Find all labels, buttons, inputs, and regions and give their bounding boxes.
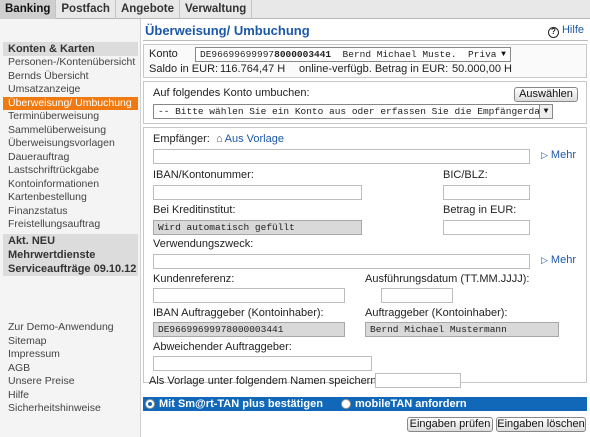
verwendungszweck-label: Verwendungszweck: xyxy=(153,238,254,250)
sidebar: Konten & Karten Personen-/Kontenübersich… xyxy=(0,19,141,437)
page-title: Überweisung/ Umbuchung xyxy=(145,23,310,38)
iban-input[interactable] xyxy=(153,185,362,200)
sidebar-item-bernds-uebersicht[interactable]: Bernds Übersicht xyxy=(3,70,138,84)
konto-label: Konto xyxy=(149,48,178,60)
smart-tan-radio[interactable] xyxy=(145,399,155,409)
tab-banking[interactable]: Banking xyxy=(0,0,57,19)
sidebar-link-demo[interactable]: Zur Demo-Anwendung xyxy=(3,321,138,335)
sidebar-link-hilfe[interactable]: Hilfe xyxy=(3,389,138,403)
iban-auftraggeber-label: IBAN Auftraggeber (Kontoinhaber): xyxy=(153,307,324,319)
empfaenger-input[interactable] xyxy=(153,149,530,164)
tan-method-bar: Mit Sm@rt-TAN plus bestätigen mobileTAN … xyxy=(143,397,587,411)
target-account-select-value: -- Bitte wählen Sie ein Konto aus oder e… xyxy=(158,106,553,117)
konto-value-suffix: Bernd Michael Muste. Privatko. xyxy=(331,49,511,60)
konto-value-bold: 8000003441 xyxy=(274,49,332,60)
vorlage-label: Als Vorlage unter folgendem Namen speich… xyxy=(149,375,380,387)
kundenreferenz-input[interactable] xyxy=(153,288,345,303)
help-label: Hilfe xyxy=(561,24,584,36)
sidebar-item-dauerauftrag[interactable]: Dauerauftrag xyxy=(3,151,138,165)
ausfuehrungsdatum-label: Ausführungsdatum (TT.MM.JJJJ): xyxy=(365,273,530,285)
kundenreferenz-label: Kundenreferenz: xyxy=(153,273,235,285)
saldo-label: Saldo in EUR: xyxy=(149,63,219,75)
tab-verwaltung[interactable]: Verwaltung xyxy=(180,0,253,19)
vorlage-name-input[interactable] xyxy=(375,373,461,388)
bic-label: BIC/BLZ: xyxy=(443,169,488,181)
bic-input[interactable] xyxy=(443,185,530,200)
betrag-label: Betrag in EUR: xyxy=(443,204,517,216)
sidebar-section-serviceauftraege[interactable]: Serviceaufträge 09.10.12 xyxy=(3,262,138,276)
transfer-details-section: Empfänger: ⌂ Aus Vorlage ▷ Mehr IBAN/Konto… xyxy=(143,127,587,383)
sidebar-item-finanzstatus[interactable]: Finanzstatus xyxy=(3,205,138,219)
abweichender-input[interactable] xyxy=(153,356,372,371)
sidebar-item-kartenbestellung[interactable]: Kartenbestellung xyxy=(3,191,138,205)
main-content: Überweisung/ Umbuchung ? Hilfe Konto DE96… xyxy=(141,19,590,437)
smart-tan-label: Mit Sm@rt-TAN plus bestätigen xyxy=(159,398,323,410)
mehr-label: Mehr xyxy=(550,149,576,161)
aus-vorlage-label: Aus Vorlage xyxy=(224,133,284,145)
eingaben-loeschen-button[interactable]: Eingaben löschen xyxy=(496,417,586,432)
title-divider xyxy=(143,40,588,41)
sidebar-link-impressum[interactable]: Impressum xyxy=(3,348,138,362)
iban-auftraggeber-field: DE96699699978000003441 xyxy=(153,322,345,337)
sidebar-item-umsatzanzeige[interactable]: Umsatzanzeige xyxy=(3,83,138,97)
auftraggeber-field: Bernd Michael Mustermann xyxy=(365,322,559,337)
sidebar-item-ueberweisungsvorlagen[interactable]: Überweisungsvorlagen xyxy=(3,137,138,151)
chevron-down-icon: ▼ xyxy=(539,105,552,118)
tab-postfach[interactable]: Postfach xyxy=(56,0,116,19)
help-link[interactable]: ? Hilfe xyxy=(547,24,584,38)
chevron-down-icon: ▼ xyxy=(497,48,510,61)
sidebar-item-terminueberweisung[interactable]: Terminüberweisung xyxy=(3,110,138,124)
triangle-right-icon: ▷ xyxy=(541,255,548,265)
sidebar-item-kontenuebersicht[interactable]: Personen-/Kontenübersicht xyxy=(3,56,138,70)
sidebar-item-lastschriftrueckgabe[interactable]: Lastschriftrückgabe xyxy=(3,164,138,178)
mehr-link-empfaenger[interactable]: ▷ Mehr xyxy=(541,149,576,161)
eingaben-pruefen-button[interactable]: Eingaben prüfen xyxy=(407,417,493,432)
betrag-input[interactable] xyxy=(443,220,530,235)
auswaehlen-button[interactable]: Auswählen xyxy=(514,87,578,102)
abweichender-label: Abweichender Auftraggeber: xyxy=(153,341,292,353)
konto-value-prefix: DE96699699997 xyxy=(200,49,275,60)
template-icon: ⌂ xyxy=(216,133,223,145)
target-account-select[interactable]: -- Bitte wählen Sie ein Konto aus oder e… xyxy=(153,104,553,119)
kreditinstitut-field: Wird automatisch gefüllt xyxy=(153,220,362,235)
ausfuehrungsdatum-input[interactable] xyxy=(381,288,453,303)
sidebar-section-mehrwertdienste[interactable]: Mehrwertdienste xyxy=(3,248,138,262)
help-icon: ? xyxy=(547,27,559,38)
sidebar-section-akt-neu[interactable]: Akt. NEU xyxy=(3,234,138,248)
umbuchen-label: Auf folgendes Konto umbuchen: xyxy=(153,87,310,99)
sidebar-link-preise[interactable]: Unsere Preise xyxy=(3,375,138,389)
verfuegbar-value: 50.000,00 H xyxy=(452,63,512,75)
kreditinstitut-label: Bei Kreditinstitut: xyxy=(153,204,236,216)
mobile-tan-label: mobileTAN anfordern xyxy=(355,398,467,410)
auftraggeber-label: Auftraggeber (Kontoinhaber): xyxy=(365,307,508,319)
aus-vorlage-link[interactable]: ⌂ Aus Vorlage xyxy=(216,133,284,145)
sidebar-item-freistellungsauftrag[interactable]: Freistellungsauftrag xyxy=(3,218,138,232)
empfaenger-label: Empfänger: xyxy=(153,133,210,145)
mehr-link-verwendungszweck[interactable]: ▷ Mehr xyxy=(541,254,576,266)
sidebar-link-sicherheitshinweise[interactable]: Sicherheitshinweise xyxy=(3,402,138,416)
mehr-label: Mehr xyxy=(550,254,576,266)
tab-angebote[interactable]: Angebote xyxy=(116,0,180,19)
iban-label: IBAN/Kontonummer: xyxy=(153,169,254,181)
saldo-value: 116.764,47 H xyxy=(220,63,286,75)
verwendungszweck-input[interactable] xyxy=(153,254,530,269)
sidebar-link-agb[interactable]: AGB xyxy=(3,362,138,376)
mobile-tan-radio[interactable] xyxy=(341,399,351,409)
sidebar-item-sammelueberweisung[interactable]: Sammelüberweisung xyxy=(3,124,138,138)
top-tab-bar: Banking Postfach Angebote Verwaltung xyxy=(0,0,590,19)
konto-select[interactable]: DE966996999978000003441 Bernd Michael Mu… xyxy=(195,47,511,62)
transfer-target-section: Auf folgendes Konto umbuchen: Auswählen … xyxy=(143,81,587,124)
triangle-right-icon: ▷ xyxy=(541,150,548,160)
verfuegbar-label: online-verfügb. Betrag in EUR: xyxy=(299,63,449,75)
account-info-box: Konto DE966996999978000003441 Bernd Mich… xyxy=(143,44,587,78)
sidebar-link-sitemap[interactable]: Sitemap xyxy=(3,335,138,349)
sidebar-item-kontoinformationen[interactable]: Kontoinformationen xyxy=(3,178,138,192)
sidebar-section-konten-karten[interactable]: Konten & Karten xyxy=(3,42,138,56)
sidebar-item-ueberweisung[interactable]: Überweisung/ Umbuchung xyxy=(3,96,138,110)
